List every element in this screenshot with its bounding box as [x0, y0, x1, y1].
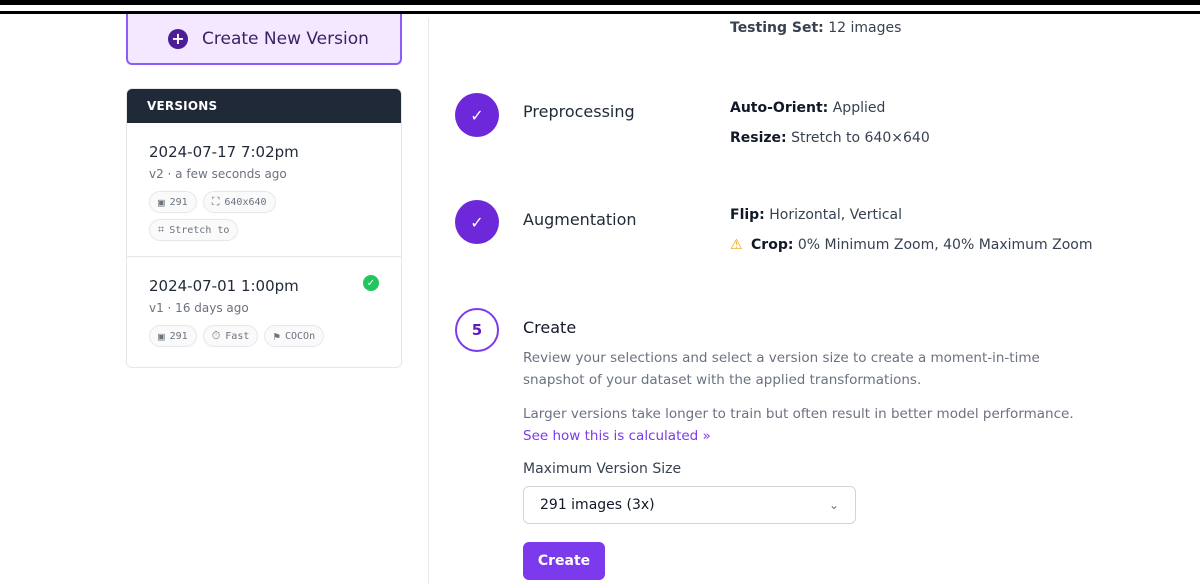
- stretch-icon: ⌗: [158, 223, 165, 236]
- step-label-augmentation: Augmentation: [523, 210, 637, 229]
- version-size-select[interactable]: 291 images (3x) ⌄: [523, 486, 856, 524]
- resize-chip: ⛶ 640x640: [202, 191, 276, 213]
- stretch-chip: ⌗ Stretch to: [149, 219, 239, 241]
- max-version-size-label: Maximum Version Size: [523, 461, 682, 477]
- version-subtitle: v1 · 16 days ago: [149, 301, 249, 315]
- image-icon: ▣: [158, 195, 165, 209]
- augmentation-check-icon: ✓: [455, 200, 499, 244]
- step-label-preprocessing: Preprocessing: [523, 102, 635, 121]
- version-subtitle: v2 · a few seconds ago: [149, 167, 287, 181]
- crop-frame-icon: ⛶: [211, 195, 220, 208]
- version-item-v2[interactable]: 2024-07-17 7:02pm v2 · a few seconds ago…: [127, 123, 401, 257]
- create-step-title: Create: [523, 318, 577, 337]
- resize-detail: Resize: Stretch to 640×640: [730, 130, 930, 146]
- create-button[interactable]: Create: [523, 542, 605, 580]
- flip-detail: Flip: Horizontal, Vertical: [730, 207, 903, 223]
- step-number-5: 5: [455, 308, 499, 352]
- testing-set-line: Testing Set: 12 images: [730, 20, 902, 36]
- version-item-v1[interactable]: 2024-07-01 1:00pm ✓ v1 · 16 days ago ▣ 2…: [127, 257, 401, 347]
- versions-panel: VERSIONS 2024-07-17 7:02pm v2 · a few se…: [126, 88, 402, 368]
- image-count-chip: ▣ 291: [149, 325, 197, 347]
- training-speed-chip: ⏱ Fast: [202, 325, 259, 347]
- version-title: 2024-07-17 7:02pm: [149, 143, 299, 161]
- stopwatch-icon: ⏱: [211, 329, 221, 342]
- version-size-note: Larger versions take longer to train but…: [523, 406, 1074, 444]
- chevron-down-icon: ⌄: [828, 498, 839, 512]
- version-title: 2024-07-01 1:00pm: [149, 277, 299, 295]
- column-divider: [428, 18, 429, 584]
- plus-icon: +: [168, 28, 188, 49]
- image-icon: ▣: [158, 329, 165, 343]
- create-new-version-label: Create New Version: [202, 28, 369, 49]
- create-new-version-button[interactable]: + Create New Version: [126, 14, 402, 65]
- image-count-chip: ▣ 291: [149, 191, 197, 213]
- auto-orient-detail: Auto-Orient: Applied: [730, 100, 886, 116]
- checkpoint-chip: ⚑ COCOn: [264, 325, 325, 347]
- warning-icon: ⚠: [730, 237, 743, 253]
- versions-header: VERSIONS: [127, 89, 401, 123]
- crop-detail: ⚠ Crop: 0% Minimum Zoom, 40% Maximum Zoo…: [730, 237, 1093, 253]
- flag-icon: ⚑: [273, 329, 280, 343]
- preprocessing-check-icon: ✓: [455, 93, 499, 137]
- success-check-icon: ✓: [363, 275, 379, 291]
- create-description: Review your selections and select a vers…: [523, 350, 1040, 388]
- see-how-calculated-link[interactable]: See how this is calculated »: [523, 428, 711, 444]
